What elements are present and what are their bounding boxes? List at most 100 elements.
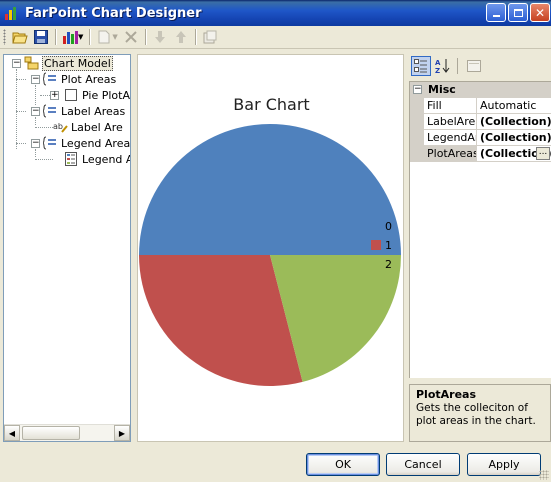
tree-node-label: Chart Model [42,55,113,71]
chevron-right-icon: ▶ [118,428,126,438]
toolbar-separator [144,29,147,45]
close-icon: ✕ [534,5,546,20]
help-description: Gets the colleciton of plot areas in the… [416,402,536,427]
tree-node-chart-model[interactable]: Chart Model [24,55,113,71]
tree-line [16,143,26,144]
legend-swatch-1 [371,240,381,250]
chart-preview: Bar Chart 012 [137,54,404,442]
property-row-legendareas[interactable]: LegendAreas (Collection) [410,130,551,146]
collection-editor-button[interactable]: ... [536,147,550,160]
new-document-icon [98,30,110,44]
move-down-icon [154,31,165,43]
property-grid-toolbar: A Z [409,54,551,78]
chevron-left-icon: ◀ [8,428,16,438]
maximize-button[interactable] [508,3,528,22]
collection-icon [43,72,56,86]
move-up-button[interactable] [171,28,191,46]
svg-text:ab: ab [53,122,63,131]
property-value[interactable]: Automatic [478,98,551,113]
title-bar[interactable]: FarPoint Chart Designer ✕ [0,0,551,26]
maximize-icon [513,8,523,17]
tree-node-label: Plot Areas [61,72,117,86]
apply-button[interactable]: Apply [467,453,541,476]
tree-node-legend-area[interactable]: Legend A [64,151,130,167]
tree-collapse-toggle[interactable]: − [31,75,40,84]
ok-button[interactable]: OK [306,453,380,476]
tree-line [16,69,17,149]
minimize-icon [492,14,500,17]
minimize-button[interactable] [486,3,506,22]
tree-horizontal-scrollbar[interactable]: ◀ ▶ [4,424,130,441]
legend-label-2: 2 [385,258,392,271]
help-title: PlotAreas [416,388,477,401]
tree-node-legend-areas[interactable]: Legend Areas [43,135,131,151]
save-button[interactable] [31,28,51,46]
open-button[interactable] [10,28,30,46]
toolbar-separator [457,58,458,74]
tree-line [35,117,36,125]
app-chart-icon [5,6,19,20]
chart-designer-window: FarPoint Chart Designer ✕ ▼ ▼ − Chart Mo… [0,0,551,482]
move-up-icon [175,31,186,43]
new-item-button[interactable] [94,28,114,46]
chart-type-button[interactable] [60,28,80,46]
plot-area-icon [65,89,77,101]
property-pages-icon [467,60,481,72]
property-name: LegendAreas [424,130,477,145]
tree-collapse-toggle[interactable]: − [31,107,40,116]
toolbar-grip[interactable] [3,29,6,45]
scroll-left-button[interactable]: ◀ [4,425,20,441]
resize-grip[interactable] [539,470,549,480]
svg-text:A: A [435,59,441,67]
tree-node-label: Label Areas [61,104,126,118]
property-value[interactable]: (Collection) [478,114,551,129]
tree-node-pie-plot-area[interactable]: Pie PlotAr [64,87,130,103]
tree-node-label-areas[interactable]: Label Areas [43,103,125,119]
property-row-labelareas[interactable]: LabelAreas (Collection) [410,114,551,130]
chart-type-icon [63,31,78,44]
tree-collapse-toggle[interactable]: − [12,59,21,68]
toolbar-separator [89,29,92,45]
tree-line [16,111,26,112]
tree-expand-toggle[interactable]: + [50,91,59,100]
tree-node-label: Legend Areas [61,136,131,150]
property-row-fill[interactable]: Fill Automatic [410,98,551,114]
scroll-right-button[interactable]: ▶ [114,425,130,441]
legend-label-0: 0 [385,220,392,233]
pie-chart: 0 1 2 [139,124,401,386]
property-category-misc[interactable]: − Misc [410,82,551,98]
property-value[interactable]: (Collection) [478,130,551,145]
property-name: PlotAreas [424,146,477,161]
property-pages-button[interactable] [464,56,484,76]
toolbar-separator [55,29,57,45]
scroll-thumb[interactable] [22,426,80,440]
open-folder-icon [12,32,28,44]
close-button[interactable]: ✕ [530,3,550,22]
collection-icon [43,136,56,150]
category-collapse-toggle[interactable]: − [413,85,422,94]
tree-node-label-area[interactable]: ab Label Are [53,119,123,135]
cancel-button[interactable]: Cancel [386,453,460,476]
property-grid[interactable]: − Misc Fill Automatic LabelAreas (Collec… [409,81,551,378]
tree-node-plot-areas[interactable]: Plot Areas [43,71,116,87]
tree-line [16,79,26,80]
tree-line [35,159,53,160]
legend-area-icon [65,152,77,166]
property-name: LabelAreas [424,114,477,129]
chart-type-dropdown-icon[interactable]: ▼ [78,33,83,41]
tree-collapse-toggle[interactable]: − [31,139,40,148]
categorized-icon [414,59,427,73]
property-row-plotareas[interactable]: PlotAreas (Collection) ... [410,146,551,162]
tree-line [35,85,36,105]
delete-icon [125,31,137,43]
chart-model-tree[interactable]: − Chart Model − Plot Areas + Pie PlotAr … [3,54,131,442]
alphabetical-button[interactable]: A Z [433,56,453,76]
pie-slice-0 [139,124,401,255]
delete-button[interactable] [121,28,141,46]
properties-button[interactable] [200,28,220,46]
new-item-dropdown-icon[interactable]: ▼ [112,33,117,41]
tree-line [35,149,36,157]
categorized-button[interactable] [411,56,431,76]
move-down-button[interactable] [150,28,170,46]
sort-alphabetical-icon: A Z [435,59,450,74]
